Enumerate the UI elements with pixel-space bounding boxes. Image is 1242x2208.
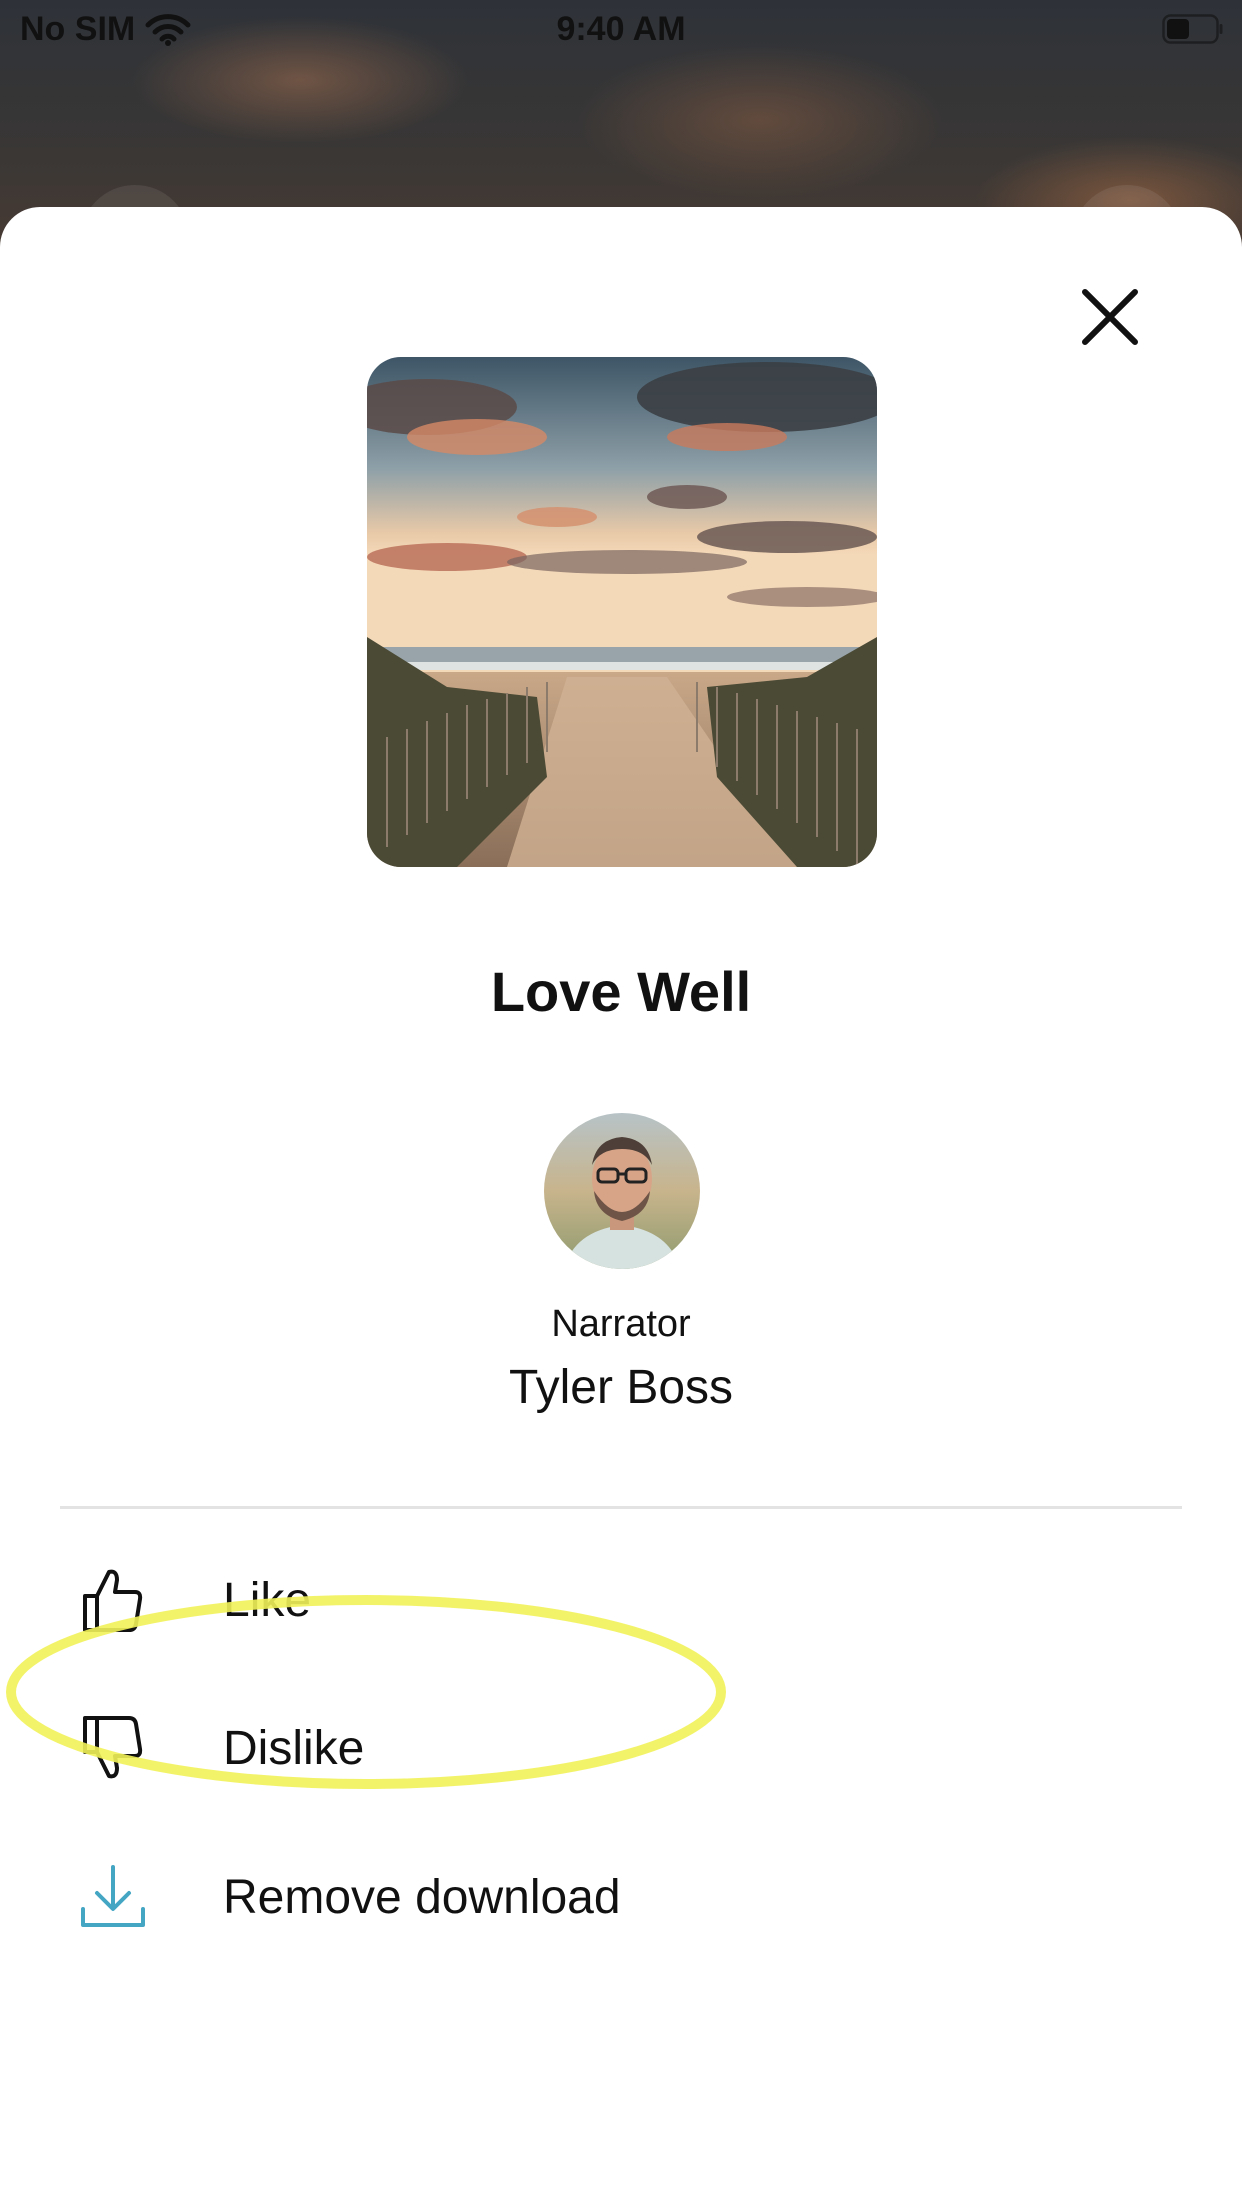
remove-download-label: Remove download — [223, 1870, 621, 1924]
dislike-option[interactable]: Dislike — [0, 1678, 1242, 1818]
like-label: Like — [223, 1573, 312, 1627]
status-time: 9:40 AM — [556, 10, 686, 48]
narrator-avatar — [544, 1113, 700, 1269]
thumbs-down-icon — [78, 1713, 148, 1783]
dislike-label: Dislike — [223, 1721, 365, 1775]
close-button[interactable] — [1070, 277, 1150, 357]
options-sheet: Love Well Narrator Tyler Boss Like Disli… — [0, 207, 1242, 2208]
narrator-name: Tyler Boss — [508, 1361, 734, 1414]
track-artwork — [367, 357, 877, 867]
narrator-photo — [544, 1113, 700, 1269]
remove-download-option[interactable]: Remove download — [0, 1827, 1242, 1967]
like-option[interactable]: Like — [0, 1530, 1242, 1670]
close-icon — [1082, 289, 1138, 345]
track-title: Love Well — [490, 960, 752, 1023]
battery-icon — [1162, 14, 1223, 44]
thumbs-up-icon — [78, 1565, 148, 1635]
status-bar: No SIM 9:40 AM — [0, 0, 1242, 60]
divider — [60, 1506, 1182, 1509]
beach-sunset-image — [367, 357, 877, 867]
download-icon — [78, 1862, 148, 1932]
narrator-label: Narrator — [551, 1303, 691, 1345]
